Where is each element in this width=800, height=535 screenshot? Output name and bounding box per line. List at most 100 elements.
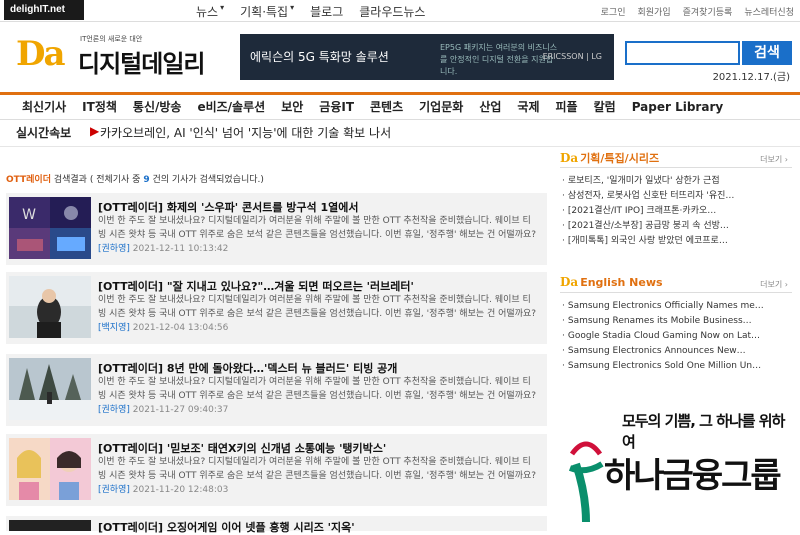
logo-name: 디지털데일리: [78, 50, 205, 78]
article-body: 이번 한 주도 잘 보내셨나요? 디지털데일리가 여러분을 위해 주말에 볼 만…: [98, 457, 537, 481]
article-item[interactable]: [OTT레이더] "잘 지내고 있나요?"…겨울 되면 떠오르는 '러브레터' …: [6, 272, 547, 344]
article-body: 이번 한 주도 잘 보내셨나요? 디지털데일리가 여러분을 위해 주말에 볼 만…: [98, 216, 537, 240]
sidebar-english-title[interactable]: English News: [580, 276, 662, 289]
main-nav: 최신기사 IT정책 통신/방송 e비즈/솔루션 보안 금융IT 콘텐츠 기업문화…: [0, 92, 800, 120]
article-item[interactable]: [OTT레이더] 오징어게임 이어 넷플 흥행 시리즈 '지옥': [6, 516, 547, 534]
nav-paper-library[interactable]: Paper Library: [632, 95, 734, 120]
logo-tagline: IT언론의 새로운 대안: [80, 35, 143, 43]
more-link[interactable]: 더보기 ›: [760, 279, 788, 290]
list-item[interactable]: Samsung Renames its Mobile Business…: [560, 314, 792, 329]
nav-people[interactable]: 피플: [556, 95, 588, 120]
article-title[interactable]: [OTT레이더] 화제의 '스우파' 콘서트를 방구석 1열에서: [98, 199, 358, 215]
list-item[interactable]: [개미톡톡] 외국인 사랑 받았던 에코프로…: [560, 234, 792, 249]
article-reporter[interactable]: [권하영]: [98, 405, 130, 415]
sidebar-features-header: Da 기획/특집/시리즈 더보기 ›: [560, 150, 792, 168]
nav-finance-it[interactable]: 금융IT: [319, 95, 364, 120]
article-date: 2021-12-11 10:13:42: [132, 244, 229, 254]
article-body: 이번 한 주도 잘 보내셨나요? 디지털데일리가 여러분을 위해 주말에 볼 만…: [98, 295, 537, 319]
nav-industry[interactable]: 산업: [479, 95, 511, 120]
ad-banner-ericsson[interactable]: 에릭슨의 5G 특화망 솔루션 EP5G 패키지는 여러분의 비즈니스를 안정적…: [240, 34, 614, 80]
article-title[interactable]: [OTT레이더] 오징어게임 이어 넷플 흥행 시리즈 '지옥': [98, 519, 355, 535]
top-links: 로그인 회원가입 즐겨찾기등록 뉴스레터신청: [601, 5, 794, 18]
list-item[interactable]: [2021결산/소부장] 공급망 붕괴 속 선방…: [560, 219, 792, 234]
search-result-summary: OTT레이더 검색결과 ( 전체기사 중 9 건의 기사가 검색되었습니다.): [6, 172, 264, 185]
nav-ebiz[interactable]: e비즈/솔루션: [197, 95, 275, 120]
article-summary: 이번 한 주도 잘 보내셨나요? 디지털데일리가 여러분을 위해 주말에 볼 만…: [98, 375, 538, 417]
search-button[interactable]: 검색: [742, 41, 792, 65]
nav-column[interactable]: 칼럼: [594, 95, 626, 120]
list-item[interactable]: [2021결산/IT IPO] 크래프톤·카카오…: [560, 204, 792, 219]
article-title[interactable]: [OTT레이더] 8년 만에 돌아왔다…'덱스터 뉴 블러드' 티빙 공개: [98, 360, 397, 376]
list-item[interactable]: Samsung Electronics Officially Names me…: [560, 299, 792, 314]
search-input[interactable]: [625, 41, 740, 65]
nav-telecom[interactable]: 통신/방송: [133, 95, 192, 120]
site-logo[interactable]: Da IT언론의 새로운 대안 디지털데일리: [16, 32, 231, 80]
article-title[interactable]: [OTT레이더] "잘 지내고 있나요?"…겨울 되면 떠오르는 '러브레터': [98, 278, 414, 294]
current-date: 2021.12.17.(금): [712, 72, 790, 83]
search-keyword: OTT레이더: [6, 175, 51, 185]
article-date: 2021-11-27 09:40:37: [132, 405, 229, 415]
sidebar-english-header: Da English News 더보기 ›: [560, 275, 792, 293]
ticker-label: 실시간속보: [16, 126, 72, 140]
chevron-down-icon: ▾: [220, 3, 225, 12]
article-meta: [권하영] 2021-12-11 10:13:42: [98, 244, 228, 254]
sidebar-features-list: 로보티즈, '일개미가 일냈다' 상한가 근접 삼성전자, 로봇사업 신호탄 터…: [560, 174, 792, 249]
nav-corporate-culture[interactable]: 기업문화: [419, 95, 473, 120]
nav-international[interactable]: 국제: [517, 95, 549, 120]
chevron-down-icon: ▾: [290, 3, 295, 12]
banner-logos: ERICSSON | LG: [542, 52, 602, 61]
divider: [0, 146, 800, 147]
list-item[interactable]: 삼성전자, 로봇사업 신호탄 터뜨리자 '유진…: [560, 189, 792, 204]
nav-contents[interactable]: 콘텐츠: [370, 95, 413, 120]
article-meta: [백지영] 2021-12-04 13:04:56: [98, 323, 228, 333]
login-link[interactable]: 로그인: [601, 5, 626, 18]
svg-text:W: W: [22, 207, 36, 223]
article-meta: [권하영] 2021-11-20 12:48:03: [98, 485, 228, 495]
article-summary: 이번 한 주도 잘 보내셨나요? 디지털데일리가 여러분을 위해 주말에 볼 만…: [98, 293, 538, 335]
article-thumbnail[interactable]: [9, 438, 91, 500]
list-item[interactable]: 로보티즈, '일개미가 일냈다' 상한가 근접: [560, 174, 792, 189]
ad-hana-financial[interactable]: 모두의 기쁨, 그 하나를 위하여 하나금융그룹: [560, 404, 792, 528]
ticker-headline[interactable]: 카카오브레인, AI '인식' 넘어 '지능'에 대한 기술 확보 나서: [100, 124, 391, 141]
article-title[interactable]: [OTT레이더] '믿보조' 태연X키의 신개념 소통예능 '탱키박스': [98, 440, 386, 456]
ad-brand-name: 하나금융그룹: [604, 456, 782, 496]
article-meta: [권하영] 2021-11-27 09:40:37: [98, 405, 228, 415]
article-thumbnail[interactable]: [9, 358, 91, 420]
article-reporter[interactable]: [백지영]: [98, 323, 130, 333]
list-item[interactable]: Samsung Electronics Announces New…: [560, 344, 792, 359]
hana-logo-icon: [568, 441, 604, 523]
summary-text-end: 건의 기사가 검색되었습니다.): [149, 175, 264, 185]
article-date: 2021-11-20 12:48:03: [132, 485, 229, 495]
nav-latest[interactable]: 최신기사: [22, 95, 76, 120]
article-date: 2021-12-04 13:04:56: [132, 323, 229, 333]
topnav-blog[interactable]: 블로그: [310, 3, 343, 20]
logo-mark: Da: [16, 34, 65, 74]
article-thumbnail[interactable]: [9, 276, 91, 338]
bookmark-link[interactable]: 즐겨찾기등록: [683, 5, 733, 18]
nav-security[interactable]: 보안: [281, 95, 313, 120]
article-item[interactable]: [OTT레이더] '믿보조' 태연X키의 신개념 소통예능 '탱키박스' 이번 …: [6, 434, 547, 506]
article-item[interactable]: W [OTT레이더] 화제의 '스우파' 콘서트를 방구석 1열에서 이번 한 …: [6, 193, 547, 265]
list-item[interactable]: Samsung Electronics Sold One Million Un…: [560, 359, 792, 374]
article-item[interactable]: [OTT레이더] 8년 만에 돌아왔다…'덱스터 뉴 블러드' 티빙 공개 이번…: [6, 354, 547, 426]
topnav-news[interactable]: 뉴스: [196, 3, 218, 20]
breaking-news-ticker: 실시간속보 ▶ 카카오브레인, AI '인식' 넘어 '지능'에 대한 기술 확…: [0, 121, 800, 143]
topnav-cloud-news[interactable]: 클라우드뉴스: [359, 3, 425, 20]
more-link[interactable]: 더보기 ›: [760, 154, 788, 165]
article-summary: 이번 한 주도 잘 보내셨나요? 디지털데일리가 여러분을 위해 주말에 볼 만…: [98, 455, 538, 497]
article-reporter[interactable]: [권하영]: [98, 244, 130, 254]
article-summary: 이번 한 주도 잘 보내셨나요? 디지털데일리가 여러분을 위해 주말에 볼 만…: [98, 214, 538, 256]
top-nav: 뉴스 ▾ 기획·특집 ▾ 블로그 클라우드뉴스: [196, 3, 425, 20]
list-item[interactable]: Google Stadia Cloud Gaming Now on Lat…: [560, 329, 792, 344]
article-thumbnail[interactable]: [9, 520, 91, 531]
signup-link[interactable]: 회원가입: [638, 5, 671, 18]
logo-mark-small: Da: [560, 151, 579, 165]
sidebar-features-title[interactable]: 기획/특집/시리즈: [580, 152, 659, 165]
nav-it-policy[interactable]: IT정책: [82, 95, 127, 120]
newsletter-link[interactable]: 뉴스레터신청: [744, 5, 794, 18]
topnav-features[interactable]: 기획·특집: [240, 3, 288, 20]
site-badge-link[interactable]: delighIT.net: [4, 0, 84, 20]
article-reporter[interactable]: [권하영]: [98, 485, 130, 495]
article-thumbnail[interactable]: W: [9, 197, 91, 259]
play-icon: ▶: [90, 124, 100, 138]
